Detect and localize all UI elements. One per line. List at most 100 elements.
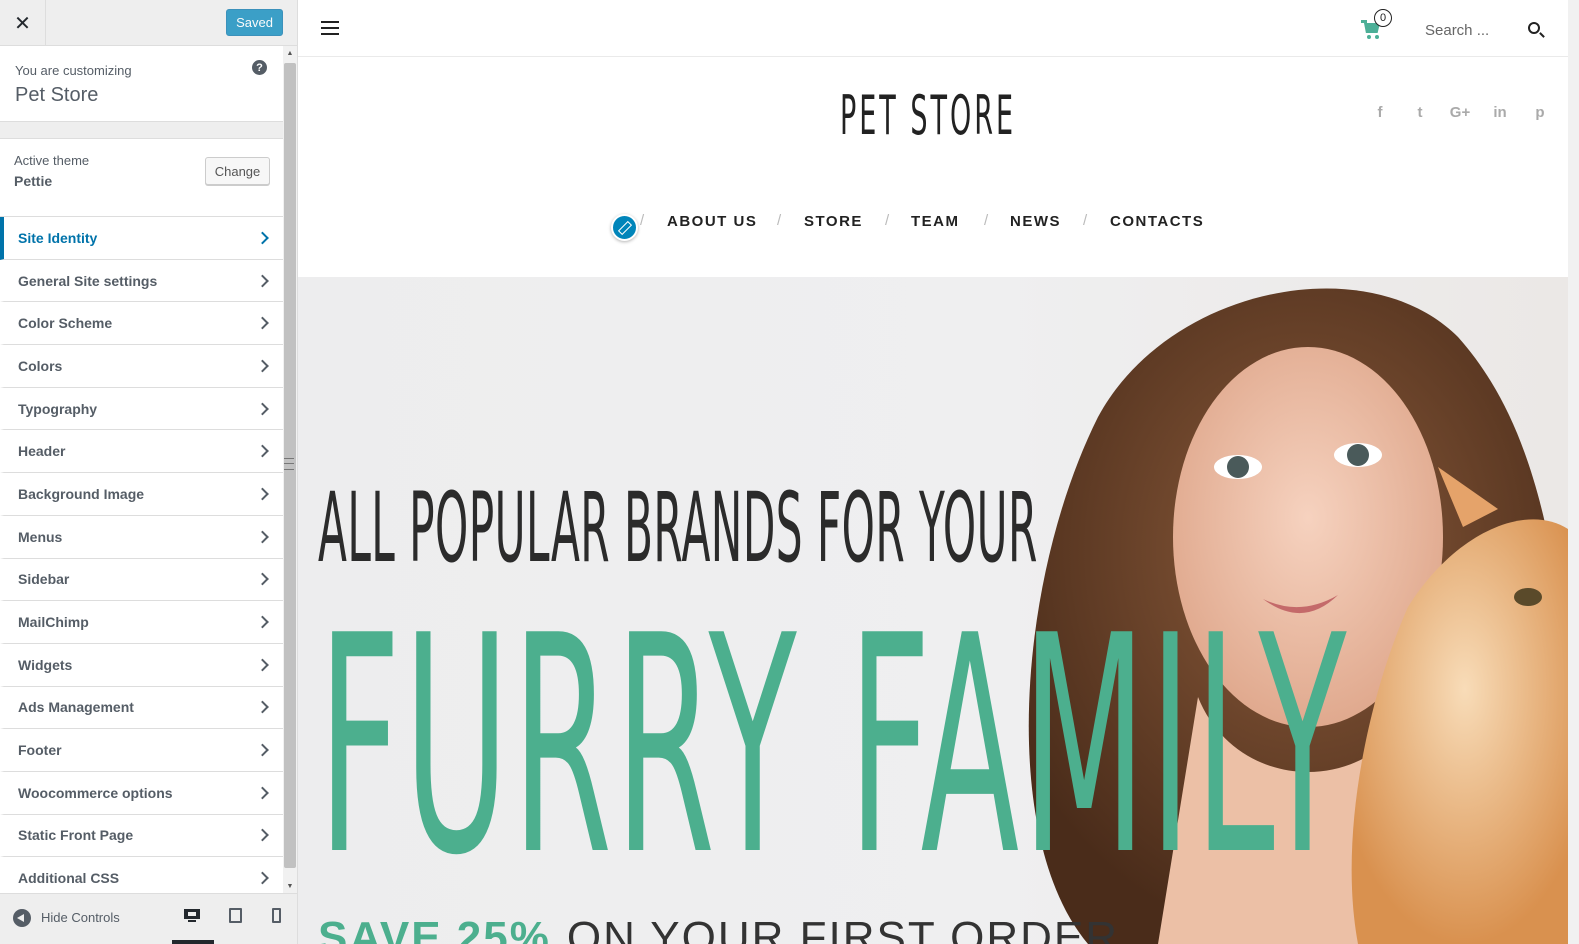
chevron-right-icon [256,871,269,885]
section-label: Typography [18,400,98,417]
chevron-right-icon [256,701,269,714]
section-colors[interactable]: Colors [0,345,283,388]
nav-separator: / [777,212,782,229]
hamburger-menu-icon[interactable] [321,21,339,35]
section-site-identity[interactable]: Site Identity [0,217,283,260]
section-static-front-page[interactable]: Static Front Page [0,814,283,858]
chevron-right-icon [256,829,269,842]
section-general-site-settings[interactable]: General Site settings [0,259,283,303]
hero-offer-highlight: SAVE 25% [318,913,551,944]
customizer-footer: Hide Controls [0,893,297,944]
hide-controls-button[interactable]: Hide Controls [41,910,120,925]
saved-button[interactable]: Saved [226,9,283,36]
mobile-icon[interactable] [268,907,286,925]
chevron-right-icon [256,402,269,415]
section-label: MailChimp [18,614,89,631]
resize-handle[interactable] [284,458,294,470]
section-mailchimp[interactable]: MailChimp [0,601,283,644]
hero-heading-line2: FURRY FAMILY [318,572,1350,921]
pinterest-icon[interactable]: p [1520,104,1560,124]
section-list: Site Identity General Site settings Color … [0,217,283,893]
section-label: Widgets [18,656,73,673]
chevron-right-icon [256,231,269,245]
facebook-icon[interactable]: f [1360,104,1400,124]
nav-separator: / [1083,212,1088,229]
section-label: Colors [18,357,63,374]
scroll-down-icon[interactable]: ▼ [283,879,297,893]
hero-banner: ALL POPULAR BRANDS FOR YOUR FURRY FAMILY… [298,277,1568,944]
section-label: Footer [18,742,62,759]
nav-item-about-us[interactable]: ABOUT US [667,213,757,230]
scroll-up-icon[interactable]: ▲ [283,46,297,60]
section-additional-css[interactable]: Additional CSS [0,857,283,893]
section-footer[interactable]: Footer [0,729,283,772]
social-links: f t G+ in p [1360,104,1560,124]
nav-item-news[interactable]: NEWS [1010,213,1061,230]
chevron-right-icon [256,316,269,330]
tablet-icon[interactable] [226,907,244,925]
customizer-panel: You are customizing Pet Store ? Active t… [0,46,283,893]
section-label: Background Image [18,485,145,502]
close-icon[interactable]: ✕ [0,0,46,46]
hero-heading-line1: ALL POPULAR BRANDS FOR YOUR [318,472,1038,584]
site-preview: 0 PET STORE f t G+ in p / ABOUT US / STO… [298,0,1568,944]
preview-scrollbar[interactable] [1568,0,1579,944]
chevron-right-icon [256,572,269,586]
section-woocommerce-options[interactable]: Woocommerce options [0,771,283,815]
chevron-right-icon [256,359,269,373]
chevron-right-icon [256,487,269,501]
main-navigation: / ABOUT US / STORE / TEAM / NEWS / CONTA… [298,200,1568,244]
collapse-arrow-icon[interactable] [13,909,31,927]
linkedin-icon[interactable]: in [1480,104,1520,124]
site-logo[interactable]: PET STORE [840,80,1013,150]
edit-pencil-icon[interactable] [611,214,638,241]
chevron-right-icon [256,743,269,757]
chevron-right-icon [256,786,269,800]
google-plus-icon[interactable]: G+ [1440,104,1480,124]
section-label: Static Front Page [18,827,134,844]
desktop-icon[interactable] [183,907,201,925]
customizer-sidebar: ✕ Saved You are customizing Pet Store ? … [0,0,298,944]
section-widgets[interactable]: Widgets [0,643,283,687]
nav-item-contacts[interactable]: CONTACTS [1110,213,1204,230]
site-title: Pet Store [15,84,99,106]
search-icon[interactable] [1528,22,1540,34]
section-label: Sidebar [18,571,70,588]
active-device-indicator [172,940,214,944]
chevron-right-icon [256,444,269,458]
section-label: General Site settings [18,272,158,289]
nav-separator: / [984,212,989,229]
section-ads-management[interactable]: Ads Management [0,686,283,730]
section-label: Site Identity [18,229,98,246]
section-typography[interactable]: Typography [0,387,283,431]
section-label: Ads Management [18,699,134,716]
section-menus[interactable]: Menus [0,515,283,559]
site-topbar: 0 [298,0,1568,57]
section-background-image[interactable]: Background Image [0,473,283,516]
search-input[interactable] [1425,18,1515,42]
customizing-info: You are customizing Pet Store ? [0,46,283,122]
hero-offer: SAVE 25% ON YOUR FIRST ORDER [318,913,1119,944]
chevron-right-icon [256,530,269,544]
section-color-scheme[interactable]: Color Scheme [0,302,283,346]
section-sidebar[interactable]: Sidebar [0,558,283,602]
hero-offer-text: ON YOUR FIRST ORDER [566,913,1120,944]
section-label: Color Scheme [18,315,113,332]
nav-item-store[interactable]: STORE [804,213,863,230]
section-label: Woocommerce options [18,784,173,801]
chevron-right-icon [256,615,269,629]
chevron-right-icon [256,658,269,672]
active-theme-label: Active theme [14,153,90,168]
section-label: Additional CSS [18,870,120,887]
cart-count-badge: 0 [1374,9,1392,27]
section-header[interactable]: Header [0,430,283,474]
section-label: Header [18,443,66,460]
change-theme-button[interactable]: Change [205,157,270,185]
nav-separator: / [885,212,890,229]
customizer-header: ✕ Saved [0,0,297,46]
nav-item-team[interactable]: TEAM [911,213,960,230]
twitter-icon[interactable]: t [1400,104,1440,124]
help-icon[interactable]: ? [252,60,267,75]
chevron-right-icon [256,274,269,287]
active-theme-box: Active theme Pettie Change [0,138,283,217]
